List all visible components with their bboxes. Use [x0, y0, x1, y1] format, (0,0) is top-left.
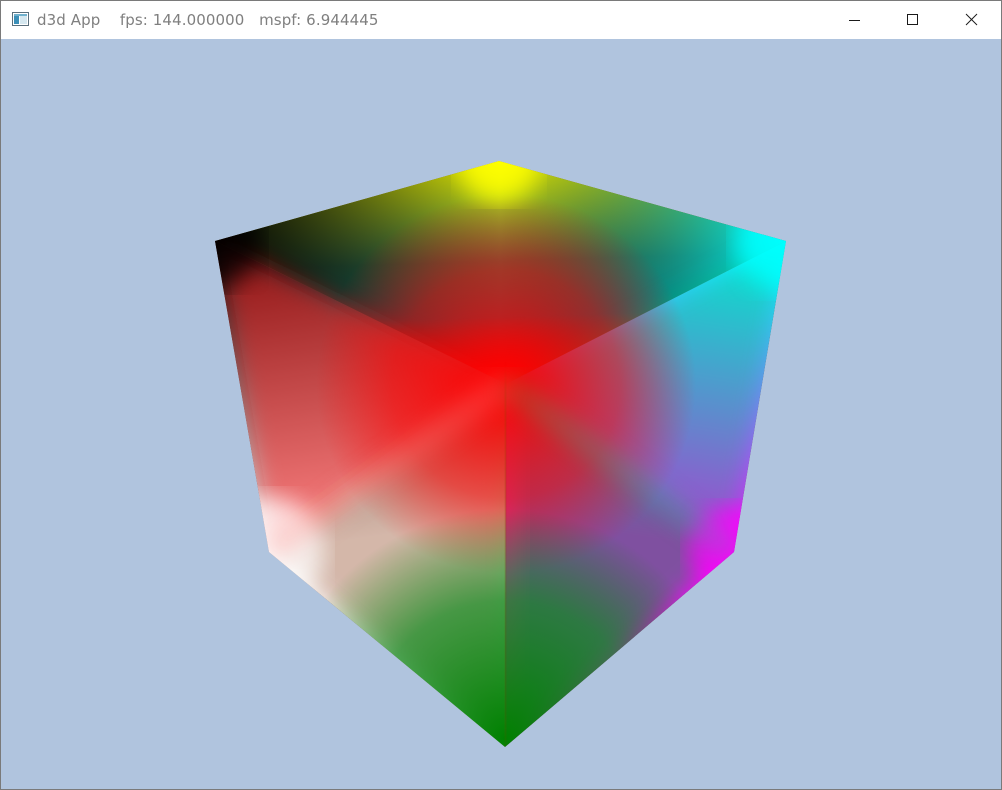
render-viewport[interactable]: [1, 39, 1001, 789]
window-title: d3d App fps: 144.000000 mspf: 6.944445: [37, 1, 379, 39]
app-name: d3d App: [37, 11, 101, 29]
title-bar[interactable]: d3d App fps: 144.000000 mspf: 6.944445: [1, 1, 1001, 39]
minimize-icon: [849, 20, 860, 21]
application-window: d3d App fps: 144.000000 mspf: 6.944445: [0, 0, 1002, 790]
maximize-button[interactable]: [883, 1, 941, 39]
mspf-readout: mspf: 6.944445: [259, 11, 379, 29]
maximize-icon: [907, 14, 918, 25]
close-button[interactable]: [942, 1, 1000, 39]
minimize-button[interactable]: [825, 1, 883, 39]
color-cube-scene: [215, 161, 786, 747]
app-window-icon: [12, 12, 29, 26]
close-icon: [965, 13, 978, 26]
fps-readout: fps: 144.000000: [119, 11, 245, 29]
